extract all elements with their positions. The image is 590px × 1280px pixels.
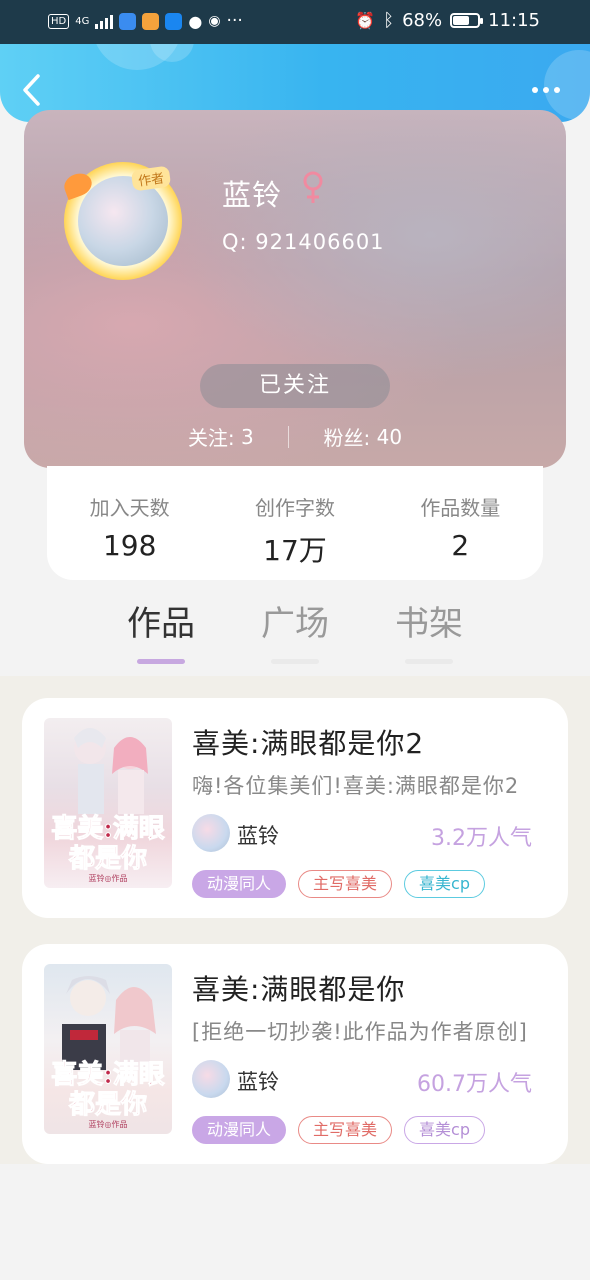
book-cover[interactable]: 喜美:满眼都是你 蓝铃◎作品 — [44, 718, 172, 888]
fans-stat[interactable]: 粉丝: 40 — [324, 422, 403, 451]
cover-subtitle: 蓝铃◎作品 — [88, 1120, 128, 1129]
stat-value: 17万 — [263, 534, 327, 567]
stat-works-count: 作品数量 2 — [378, 466, 543, 580]
tab-label: 书架 — [395, 604, 463, 644]
alarm-icon: ⏰ — [355, 11, 376, 30]
signal-icon — [95, 13, 114, 29]
follow-counts: 关注: 3 粉丝: 40 — [24, 422, 566, 451]
chat-icon: ● — [188, 11, 203, 31]
fans-label: 粉丝: — [323, 426, 371, 450]
divider — [288, 425, 290, 448]
book-author: 蓝铃 — [237, 824, 279, 848]
book-popularity: 60.7万人气 — [417, 1072, 532, 1097]
tab-square[interactable]: 广场 — [245, 596, 345, 664]
hd-icon: HD — [48, 13, 70, 29]
cover-title: 喜美:满眼都是你 — [51, 1060, 166, 1121]
stats-card: 加入天数 198 创作字数 17万 作品数量 2 — [47, 466, 543, 580]
female-icon — [303, 171, 323, 203]
following-label: 关注: — [187, 426, 235, 450]
book-cover[interactable]: 喜美:满眼都是你 蓝铃◎作品 — [44, 964, 172, 1134]
stat-word-count: 创作字数 17万 — [212, 466, 377, 580]
stat-value: 198 — [102, 529, 157, 562]
audio-icon: ◉ — [208, 13, 221, 29]
shield-app-icon — [119, 12, 137, 30]
tab-bookshelf[interactable]: 书架 — [379, 596, 479, 664]
qq-label: Q: — [222, 230, 248, 254]
tab-works[interactable]: 作品 — [111, 596, 211, 664]
header-bar: HD 4G ● ◉ ··· ⏰ ᛒ 68% 11:15 — [0, 0, 590, 122]
battery-percent: 68% — [402, 10, 443, 31]
more-notifications-icon: ··· — [226, 11, 243, 31]
tag[interactable]: 喜美cp — [404, 870, 485, 898]
tab-label: 作品 — [127, 604, 195, 644]
weather-app-icon — [165, 12, 183, 30]
more-options-button[interactable] — [532, 80, 568, 100]
tab-bar: 作品 广场 书架 — [0, 596, 590, 672]
stat-label: 创作字数 — [254, 496, 335, 520]
fans-count: 40 — [376, 424, 403, 449]
following-stat[interactable]: 关注: 3 — [188, 422, 254, 451]
stat-join-days: 加入天数 198 — [47, 466, 212, 580]
qq-number: Q: 921406601 — [222, 230, 385, 254]
clock: 11:15 — [488, 10, 540, 31]
qq-value: 921406601 — [255, 230, 385, 254]
book-popularity: 3.2万人气 — [431, 826, 532, 851]
book-description: 嗨!各位集美们!喜美:满眼都是你2 — [192, 774, 520, 798]
tab-indicator — [137, 659, 185, 664]
avatar[interactable]: 作者 — [61, 162, 182, 280]
book-description: [拒绝一切抄袭!此作品为作者原创] — [192, 1020, 528, 1044]
author-avatar — [192, 814, 230, 852]
cover-title: 喜美:满眼都是你 — [51, 814, 166, 875]
stat-label: 作品数量 — [420, 496, 501, 520]
tag[interactable]: 主写喜美 — [298, 1116, 393, 1144]
network-indicator: 4G — [75, 15, 90, 27]
tab-indicator — [405, 659, 453, 664]
user-name: 蓝铃 — [222, 178, 283, 212]
book-title: 喜美:满眼都是你2 — [192, 727, 425, 760]
tag[interactable]: 喜美cp — [404, 1116, 485, 1144]
bluetooth-icon: ᛒ — [383, 10, 395, 31]
tab-indicator — [271, 659, 319, 664]
book-tags: 动漫同人 主写喜美 喜美cp — [192, 870, 485, 898]
cover-subtitle: 蓝铃◎作品 — [88, 874, 128, 883]
tag[interactable]: 动漫同人 — [192, 870, 287, 898]
book-author: 蓝铃 — [237, 1070, 279, 1094]
status-bar: HD 4G ● ◉ ··· ⏰ ᛒ 68% 11:15 — [0, 0, 590, 44]
following-count: 3 — [241, 424, 254, 449]
book-title: 喜美:满眼都是你 — [192, 973, 406, 1006]
tab-label: 广场 — [261, 604, 329, 644]
taobao-app-icon — [142, 12, 160, 30]
stat-value: 2 — [451, 529, 470, 562]
tag[interactable]: 主写喜美 — [298, 870, 393, 898]
stat-label: 加入天数 — [89, 496, 170, 520]
tag[interactable]: 动漫同人 — [192, 1116, 287, 1144]
follow-button[interactable]: 已关注 — [200, 364, 390, 408]
chevron-left-icon — [23, 74, 40, 106]
battery-icon — [450, 13, 484, 28]
book-card[interactable]: 喜美:满眼都是你 蓝铃◎作品 喜美:满眼都是你2 嗨!各位集美们!喜美:满眼都是… — [22, 698, 568, 918]
author-avatar — [192, 1060, 230, 1098]
book-card[interactable]: 喜美:满眼都是你 蓝铃◎作品 喜美:满眼都是你 [拒绝一切抄袭!此作品为作者原创… — [22, 944, 568, 1164]
back-button[interactable] — [18, 72, 48, 108]
book-tags: 动漫同人 主写喜美 喜美cp — [192, 1116, 485, 1144]
profile-card: 作者 蓝铃 Q: 921406601 已关注 关注: 3 粉丝: 40 — [24, 110, 566, 468]
